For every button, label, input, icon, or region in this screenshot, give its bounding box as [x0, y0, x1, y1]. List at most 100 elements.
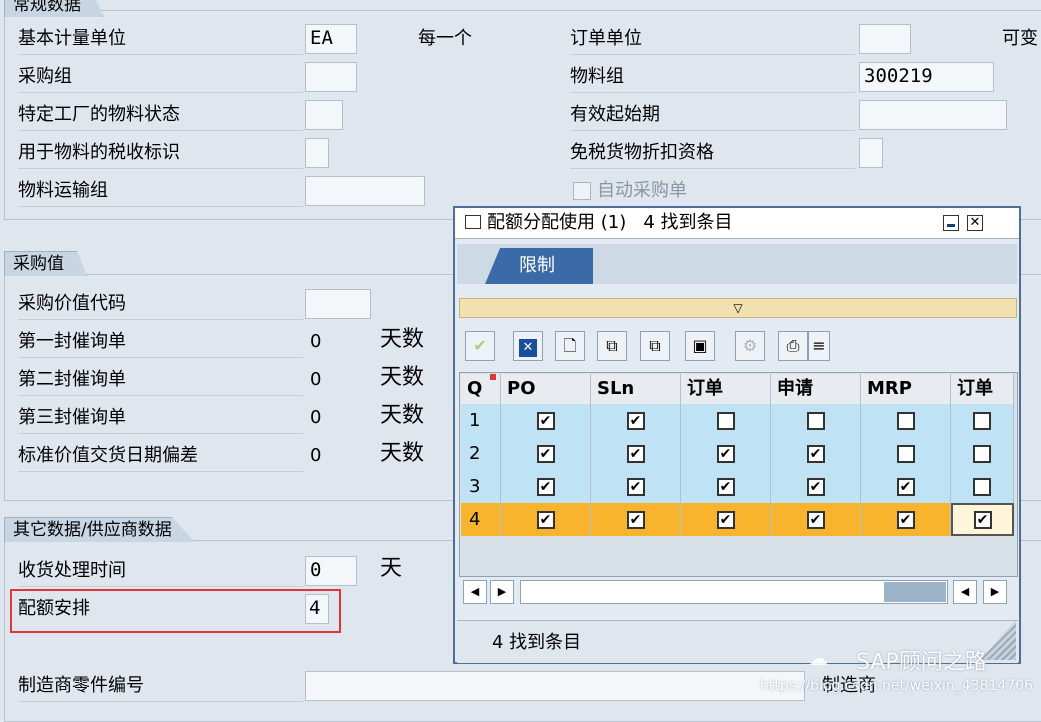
- checked-checkbox[interactable]: ✔: [536, 477, 555, 496]
- reminder1-value: 0: [310, 331, 322, 352]
- table-row[interactable]: 3 ✔ ✔ ✔ ✔ ✔: [461, 470, 1014, 503]
- close-icon[interactable]: ✕: [967, 215, 983, 231]
- value-key-label: 采购价值代码: [18, 289, 303, 320]
- unchecked-checkbox[interactable]: [973, 477, 991, 496]
- plant-status-label: 特定工厂的物料状态: [18, 100, 303, 131]
- order-unit-field[interactable]: [859, 24, 911, 54]
- checked-checkbox[interactable]: ✔: [626, 411, 645, 430]
- unchecked-checkbox[interactable]: [806, 411, 825, 430]
- watermark-url: https://blog.csdn.net/weixin_43814706: [760, 678, 1034, 694]
- checked-checkbox[interactable]: ✔: [626, 444, 645, 463]
- table-row[interactable]: 4 ✔ ✔ ✔ ✔ ✔ ✔: [461, 503, 1014, 536]
- checked-checkbox[interactable]: ✔: [973, 510, 992, 529]
- value-key-field[interactable]: [305, 289, 371, 319]
- tab-restrictions-label: 限制: [519, 255, 555, 276]
- checked-checkbox[interactable]: ✔: [806, 510, 825, 529]
- checked-checkbox[interactable]: ✔: [536, 411, 555, 430]
- reminder2-unit: 天数: [380, 365, 425, 390]
- collapse-bar[interactable]: ▽: [459, 298, 1017, 318]
- quota-label: 配额安排: [18, 598, 90, 619]
- unchecked-checkbox[interactable]: [896, 411, 915, 430]
- variable-label: 可变: [1002, 28, 1038, 49]
- shipping-group-field[interactable]: [305, 176, 425, 206]
- gr-time-unit: 天: [380, 556, 403, 581]
- unchecked-checkbox[interactable]: [716, 411, 735, 430]
- base-unit-label: 基本计量单位: [18, 24, 303, 55]
- table-row[interactable]: 2 ✔ ✔ ✔ ✔: [461, 437, 1014, 470]
- base-unit-field[interactable]: EA: [305, 24, 357, 54]
- gr-time-label: 收货处理时间: [18, 556, 303, 587]
- reminder2-value: 0: [310, 369, 322, 390]
- checked-checkbox[interactable]: ✔: [716, 444, 735, 463]
- col-header-mrp[interactable]: MRP: [861, 374, 951, 404]
- watermark-brand: SAP顾问之路: [856, 650, 987, 675]
- scroll-left-button-2[interactable]: ◀: [953, 580, 977, 604]
- row-check-cell: ✔: [861, 470, 951, 503]
- reminder1-label: 第一封催询单: [18, 327, 303, 358]
- purchasing-group-label: 采购组: [18, 62, 303, 93]
- details-button[interactable]: ≡: [808, 331, 830, 361]
- cancel-x-button[interactable]: ✕: [513, 331, 543, 361]
- order-unit-label: 订单单位: [570, 24, 855, 55]
- purchasing-group-field[interactable]: [305, 62, 357, 92]
- col-header-sln[interactable]: SLn: [591, 374, 681, 404]
- find-next-button[interactable]: ⧉: [640, 331, 670, 361]
- col-header-request[interactable]: 申请: [771, 374, 861, 404]
- checked-checkbox[interactable]: ✔: [896, 477, 915, 496]
- mpn-field[interactable]: [305, 671, 805, 701]
- settings-disabled-button[interactable]: ⚙: [735, 331, 765, 361]
- unchecked-checkbox[interactable]: [973, 411, 991, 430]
- scroll-right-button[interactable]: ▶: [490, 580, 514, 604]
- reminder3-label: 第三封催询单: [18, 403, 303, 434]
- other-section-title: 其它数据/供应商数据: [4, 517, 195, 542]
- horizontal-scroll-thumb[interactable]: [884, 582, 946, 602]
- row-q-cell: 1: [461, 404, 501, 437]
- minimize-icon[interactable]: [943, 215, 959, 231]
- checked-checkbox[interactable]: ✔: [716, 477, 735, 496]
- scroll-right-button-2[interactable]: ▶: [983, 580, 1007, 604]
- find-button[interactable]: ⧉: [597, 331, 627, 361]
- row-check-cell: ✔: [861, 503, 951, 536]
- checked-checkbox[interactable]: ✔: [536, 510, 555, 529]
- deviation-value: 0: [310, 445, 322, 466]
- deviation-label: 标准价值交货日期偏差: [18, 441, 303, 472]
- check-button[interactable]: ✔: [465, 331, 495, 361]
- row-check-cell: ✔: [501, 503, 591, 536]
- checked-checkbox[interactable]: ✔: [626, 510, 645, 529]
- row-check-cell: ✔: [681, 470, 771, 503]
- discount-field[interactable]: [859, 138, 883, 168]
- col-header-po[interactable]: PO: [501, 374, 591, 404]
- checked-checkbox[interactable]: ✔: [536, 444, 555, 463]
- material-group-field[interactable]: 300219: [859, 62, 994, 92]
- unchecked-checkbox[interactable]: [973, 444, 991, 463]
- purchasing-section-title: 采购值: [4, 251, 87, 276]
- row-check-cell: ✔: [501, 437, 591, 470]
- checked-checkbox[interactable]: ✔: [806, 444, 825, 463]
- checked-checkbox[interactable]: ✔: [896, 510, 915, 529]
- row-check-cell: ✔: [771, 437, 861, 470]
- checked-checkbox[interactable]: ✔: [716, 510, 735, 529]
- unchecked-checkbox[interactable]: [896, 444, 915, 463]
- checked-checkbox[interactable]: ✔: [626, 477, 645, 496]
- auto-po-checkbox[interactable]: [573, 182, 591, 200]
- checked-checkbox[interactable]: ✔: [806, 477, 825, 496]
- row-check-cell: [951, 470, 1014, 503]
- dialog-footer-status: 4 找到条目: [492, 632, 582, 653]
- scroll-left-button[interactable]: ◀: [463, 580, 487, 604]
- print-button[interactable]: ⎙: [778, 331, 808, 361]
- dialog-titlebar[interactable]: 配额分配使用 (1) 4 找到条目 ✕: [455, 208, 1019, 239]
- tax-indicator-label: 用于物料的税收标识: [18, 138, 303, 169]
- gr-time-field[interactable]: 0: [305, 556, 357, 586]
- export-button[interactable]: ▣: [685, 331, 715, 361]
- general-section-title: 常规数据: [4, 0, 104, 17]
- row-check-cell: ✔: [501, 404, 591, 437]
- tax-indicator-field[interactable]: [305, 138, 329, 168]
- col-header-order[interactable]: 订单: [681, 374, 771, 404]
- new-page-button[interactable]: 🗋: [555, 331, 585, 361]
- col-header-order2[interactable]: 订单: [951, 374, 1014, 404]
- row-check-cell: ✔: [501, 470, 591, 503]
- quota-field[interactable]: 4: [305, 594, 329, 624]
- valid-from-field[interactable]: [859, 100, 1007, 130]
- plant-status-field[interactable]: [305, 100, 343, 130]
- table-row[interactable]: 1 ✔ ✔: [461, 404, 1014, 437]
